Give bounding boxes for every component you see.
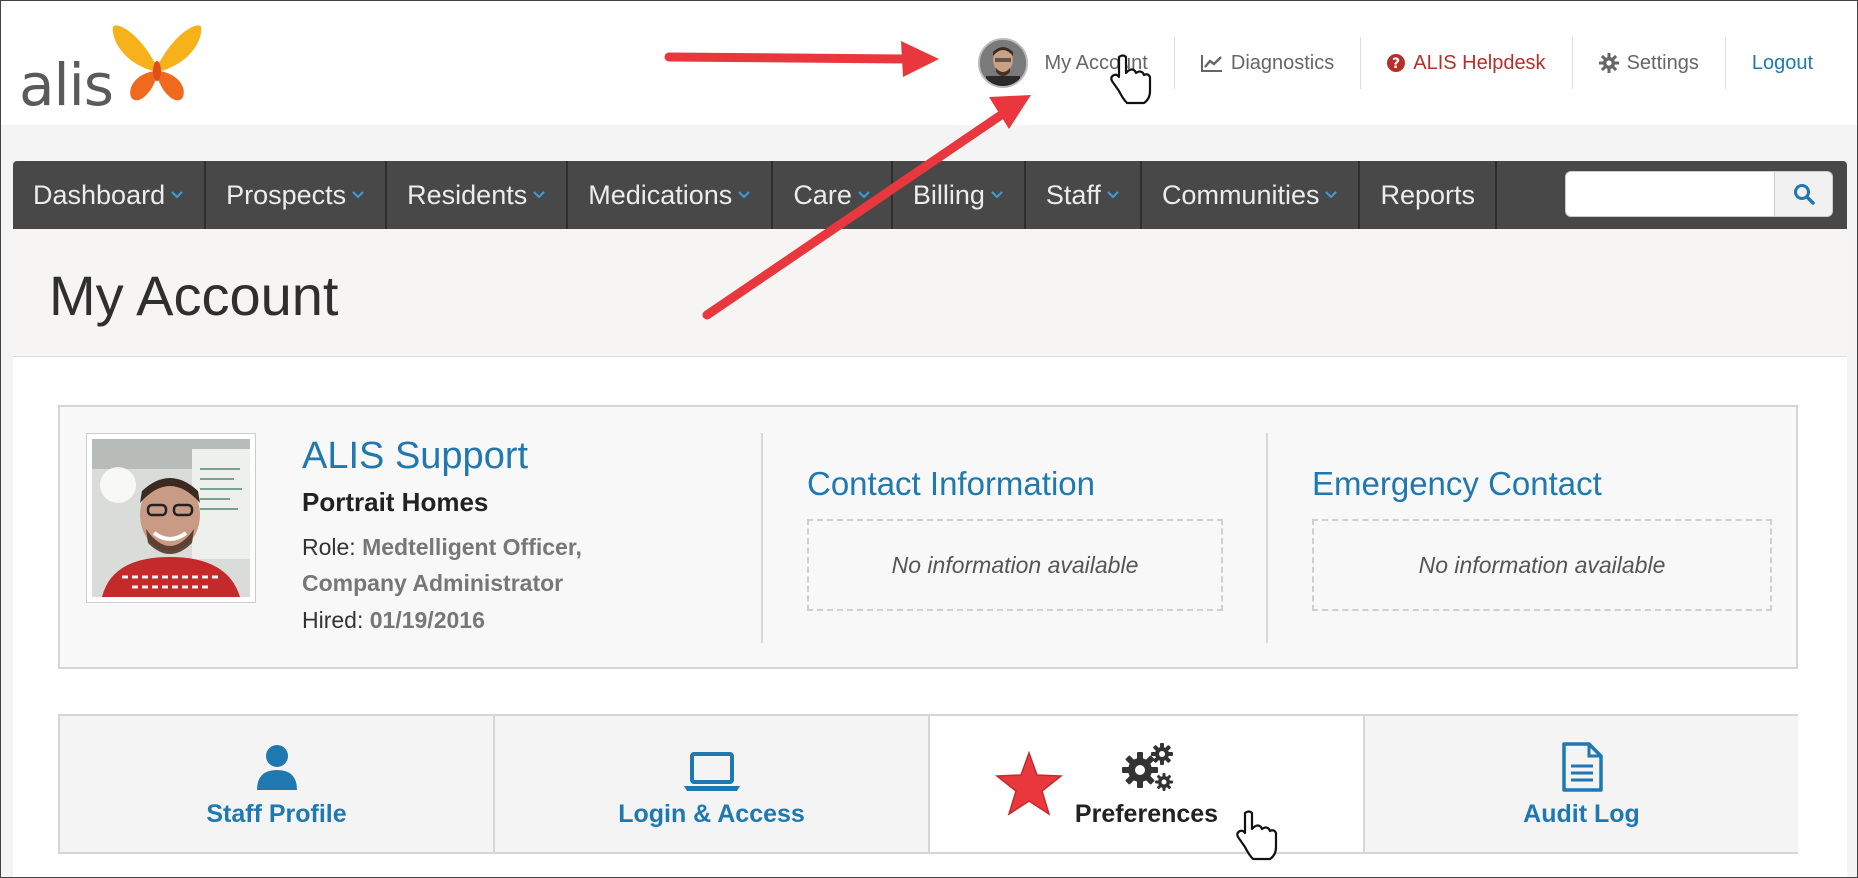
nav-dashboard[interactable]: Dashboard bbox=[13, 161, 207, 229]
tab-staff-profile[interactable]: Staff Profile bbox=[58, 716, 495, 852]
nav-label: Residents bbox=[407, 179, 528, 210]
nav-label: Communities bbox=[1161, 179, 1320, 210]
gear-icon bbox=[1598, 53, 1619, 73]
logo-text: alis bbox=[19, 51, 114, 119]
nav-label: Reports bbox=[1380, 179, 1476, 210]
diagnostics-label: Diagnostics bbox=[1230, 51, 1335, 74]
profile-company: Portrait Homes bbox=[302, 487, 489, 517]
tab-preferences[interactable]: Preferences bbox=[930, 716, 1365, 852]
alis-logo[interactable]: alis bbox=[19, 21, 202, 119]
emergency-empty: No information available bbox=[1312, 519, 1772, 611]
role-label: Role: bbox=[302, 534, 356, 560]
nav-communities[interactable]: Communities bbox=[1142, 161, 1361, 229]
tab-label: Audit Log bbox=[1523, 800, 1640, 828]
nav-prospects[interactable]: Prospects bbox=[206, 161, 388, 229]
profile-photo bbox=[86, 433, 256, 603]
emergency-title: Emergency Contact bbox=[1312, 465, 1602, 502]
helpdesk-label: ALIS Helpdesk bbox=[1413, 51, 1546, 74]
nav-label: Medications bbox=[588, 179, 733, 210]
app-window: alis My Account Diagnostics ? ALIS Helpd… bbox=[0, 0, 1858, 878]
nav-label: Prospects bbox=[226, 179, 347, 210]
tab-login-access[interactable]: Login & Access bbox=[495, 716, 930, 852]
nav-billing[interactable]: Billing bbox=[893, 161, 1026, 229]
search-icon bbox=[1793, 184, 1815, 205]
divider bbox=[1266, 433, 1268, 643]
contact-title: Contact Information bbox=[807, 465, 1095, 502]
hired-value: 01/19/2016 bbox=[369, 607, 485, 633]
my-account-label: My Account bbox=[1044, 51, 1148, 74]
nav-label: Care bbox=[793, 179, 852, 210]
nav-medications[interactable]: Medications bbox=[568, 161, 774, 229]
nav-care[interactable]: Care bbox=[773, 161, 893, 229]
helpdesk-link[interactable]: ? ALIS Helpdesk bbox=[1360, 37, 1571, 89]
nav-label: Dashboard bbox=[33, 179, 166, 210]
tab-label: Preferences bbox=[1074, 800, 1219, 828]
profile-card: ALIS Support Portrait Homes Role: Medtel… bbox=[58, 405, 1798, 669]
logout-label: Logout bbox=[1751, 51, 1813, 74]
svg-text:?: ? bbox=[1392, 56, 1400, 72]
search-button[interactable] bbox=[1775, 171, 1833, 217]
chevron-down-icon bbox=[1106, 190, 1120, 200]
question-circle-icon: ? bbox=[1387, 54, 1406, 72]
nav-label: Billing bbox=[912, 179, 985, 210]
user-photo-icon bbox=[980, 40, 1027, 86]
profile-hired: Hired: 01/19/2016 bbox=[302, 607, 485, 634]
avatar[interactable] bbox=[978, 38, 1029, 88]
chevron-down-icon bbox=[1324, 190, 1338, 200]
chevron-down-icon bbox=[857, 190, 871, 200]
nav-search bbox=[1565, 171, 1833, 217]
chevron-down-icon bbox=[170, 190, 184, 200]
chevron-down-icon bbox=[532, 190, 546, 200]
my-account-link[interactable]: My Account bbox=[952, 37, 1173, 89]
settings-label: Settings bbox=[1626, 51, 1699, 74]
nav-staff[interactable]: Staff bbox=[1026, 161, 1142, 229]
chevron-down-icon bbox=[351, 190, 365, 200]
top-header: alis My Account Diagnostics ? ALIS Helpd… bbox=[1, 1, 1857, 125]
gears-icon bbox=[1120, 740, 1174, 792]
user-photo-icon bbox=[92, 439, 250, 597]
account-tabs: Staff Profile Login & Access Preferences… bbox=[58, 714, 1798, 854]
user-icon bbox=[256, 740, 298, 792]
nav-reports[interactable]: Reports bbox=[1360, 161, 1498, 229]
hired-label: Hired: bbox=[302, 607, 364, 633]
contact-empty: No information available bbox=[807, 519, 1223, 611]
search-input[interactable] bbox=[1565, 171, 1775, 217]
nav-label: Staff bbox=[1045, 179, 1101, 210]
line-chart-icon bbox=[1200, 54, 1223, 72]
top-links: My Account Diagnostics ? ALIS Helpdesk S… bbox=[952, 37, 1839, 89]
tab-audit-log[interactable]: Audit Log bbox=[1365, 716, 1798, 852]
profile-role: Role: Medtelligent Officer, Company Admi… bbox=[302, 529, 632, 601]
nav-residents[interactable]: Residents bbox=[387, 161, 569, 229]
chevron-down-icon bbox=[737, 190, 751, 200]
laptop-icon bbox=[683, 740, 740, 792]
profile-name: ALIS Support bbox=[302, 435, 529, 477]
logout-link[interactable]: Logout bbox=[1724, 37, 1839, 89]
tab-label: Staff Profile bbox=[206, 800, 347, 828]
diagnostics-link[interactable]: Diagnostics bbox=[1173, 37, 1360, 89]
divider bbox=[761, 433, 763, 643]
page-header: My Account bbox=[13, 229, 1847, 357]
settings-link[interactable]: Settings bbox=[1571, 37, 1725, 89]
page-title: My Account bbox=[49, 264, 339, 327]
document-icon bbox=[1561, 740, 1603, 792]
main-nav: Dashboard Prospects Residents Medication… bbox=[13, 161, 1847, 229]
tab-label: Login & Access bbox=[618, 800, 805, 828]
chevron-down-icon bbox=[990, 190, 1004, 200]
butterfly-icon bbox=[112, 25, 202, 101]
